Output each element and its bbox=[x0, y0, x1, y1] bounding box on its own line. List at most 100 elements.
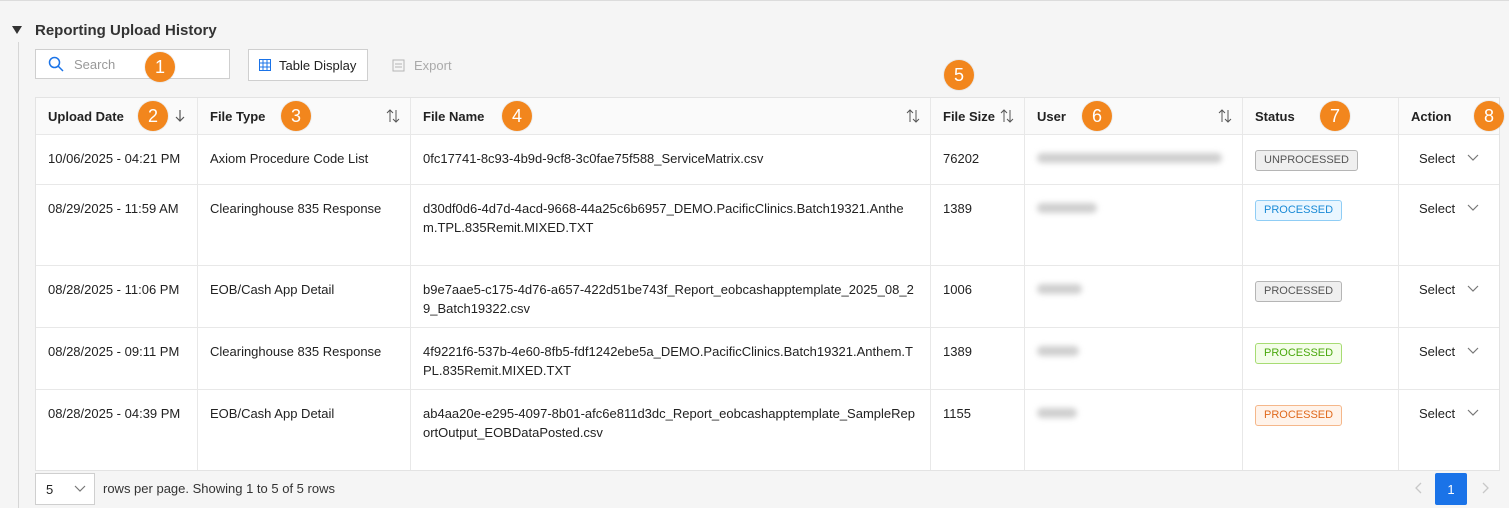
user-cell bbox=[1025, 328, 1243, 389]
upload-history-table: Upload Date File Type File Name File Siz… bbox=[35, 97, 1500, 471]
sort-down-icon[interactable] bbox=[173, 108, 187, 124]
user-cell bbox=[1025, 185, 1243, 265]
status-cell: PROCESSED bbox=[1243, 266, 1399, 327]
user-cell bbox=[1025, 266, 1243, 327]
section-header[interactable]: Reporting Upload History bbox=[12, 20, 217, 40]
status-badge: PROCESSED bbox=[1255, 405, 1343, 426]
action-select-label: Select bbox=[1419, 201, 1456, 216]
redacted-user bbox=[1037, 408, 1077, 418]
file-size-cell: 1006 bbox=[931, 266, 1025, 327]
collapse-triangle-icon[interactable] bbox=[12, 26, 22, 34]
file-size-cell: 1389 bbox=[931, 185, 1025, 265]
chevron-down-icon bbox=[1467, 204, 1479, 211]
export-button[interactable]: Export bbox=[392, 49, 452, 81]
chevron-down-icon bbox=[1467, 285, 1479, 292]
file-name-cell: 0fc17741-8c93-4b9d-9cf8-3c0fae75f588_Ser… bbox=[411, 135, 931, 184]
callout-badge: 5 bbox=[944, 60, 974, 90]
file-name-cell: d30df0d6-4d7d-4acd-9668-44a25c6b6957_DEM… bbox=[411, 185, 931, 265]
table-grid-icon bbox=[259, 59, 271, 71]
redacted-user bbox=[1037, 153, 1222, 163]
col-header-label: File Type bbox=[210, 108, 266, 124]
search-input[interactable] bbox=[72, 55, 206, 73]
col-header-label: Upload Date bbox=[48, 108, 124, 124]
status-cell: UNPROCESSED bbox=[1243, 135, 1399, 184]
search-box[interactable] bbox=[35, 49, 230, 79]
action-select[interactable]: Select bbox=[1399, 185, 1499, 265]
col-header-label: File Name bbox=[423, 108, 485, 124]
status-badge: PROCESSED bbox=[1255, 281, 1343, 302]
callout-badge: 6 bbox=[1082, 101, 1112, 131]
col-header-label: Status bbox=[1255, 108, 1295, 124]
file-type-cell: Clearinghouse 835 Response bbox=[198, 328, 411, 389]
redacted-user bbox=[1037, 346, 1079, 356]
chevron-down-icon bbox=[1467, 154, 1479, 161]
action-select[interactable]: Select bbox=[1399, 135, 1499, 184]
col-header-file-size[interactable]: File Size bbox=[931, 98, 1025, 134]
status-cell: PROCESSED bbox=[1243, 390, 1399, 470]
redacted-user bbox=[1037, 284, 1082, 294]
user-cell bbox=[1025, 135, 1243, 184]
page-1-button[interactable]: 1 bbox=[1435, 473, 1467, 505]
section-rail bbox=[18, 42, 19, 508]
callout-badge: 2 bbox=[138, 101, 168, 131]
col-header-user[interactable]: User bbox=[1025, 98, 1243, 134]
status-cell: PROCESSED bbox=[1243, 328, 1399, 389]
action-select-label: Select bbox=[1419, 282, 1456, 297]
callout-badge: 1 bbox=[145, 52, 175, 82]
action-select[interactable]: Select bbox=[1399, 266, 1499, 327]
status-cell: PROCESSED bbox=[1243, 185, 1399, 265]
file-size-cell: 76202 bbox=[931, 135, 1025, 184]
user-cell bbox=[1025, 390, 1243, 470]
action-select-label: Select bbox=[1419, 406, 1456, 421]
upload-date-cell: 08/28/2025 - 11:06 PM bbox=[36, 266, 198, 327]
previous-page-icon[interactable] bbox=[1413, 479, 1425, 497]
file-type-cell: Clearinghouse 835 Response bbox=[198, 185, 411, 265]
table-row: 08/28/2025 - 11:06 PM EOB/Cash App Detai… bbox=[36, 266, 1499, 328]
export-label: Export bbox=[414, 57, 452, 73]
file-size-cell: 1389 bbox=[931, 328, 1025, 389]
next-page-icon[interactable] bbox=[1479, 479, 1491, 497]
table-row: 08/28/2025 - 04:39 PM EOB/Cash App Detai… bbox=[36, 390, 1499, 470]
file-name-cell: ab4aa20e-e295-4097-8b01-afc6e811d3dc_Rep… bbox=[411, 390, 931, 470]
action-select[interactable]: Select bbox=[1399, 328, 1499, 389]
table-header-row: Upload Date File Type File Name File Siz… bbox=[36, 98, 1499, 135]
file-name-cell: b9e7aae5-c175-4d76-a657-422d51be743f_Rep… bbox=[411, 266, 931, 327]
export-file-icon bbox=[392, 59, 405, 71]
sort-both-icon[interactable] bbox=[1000, 108, 1014, 124]
sort-both-icon[interactable] bbox=[906, 108, 920, 124]
top-divider bbox=[0, 0, 1509, 1]
sort-both-icon[interactable] bbox=[386, 108, 400, 124]
file-type-cell: EOB/Cash App Detail bbox=[198, 390, 411, 470]
upload-date-cell: 08/28/2025 - 09:11 PM bbox=[36, 328, 198, 389]
col-header-label: Action bbox=[1411, 108, 1452, 124]
callout-badge: 3 bbox=[281, 101, 311, 131]
table-row: 10/06/2025 - 04:21 PM Axiom Procedure Co… bbox=[36, 135, 1499, 185]
sort-both-icon[interactable] bbox=[1218, 108, 1232, 124]
redacted-user bbox=[1037, 203, 1097, 213]
status-badge: UNPROCESSED bbox=[1255, 150, 1358, 171]
col-header-file-name[interactable]: File Name bbox=[411, 98, 931, 134]
file-name-cell: 4f9221f6-537b-4e60-8fb5-fdf1242ebe5a_DEM… bbox=[411, 328, 931, 389]
search-icon bbox=[48, 56, 64, 72]
chevron-down-icon bbox=[74, 485, 86, 492]
col-header-upload-date[interactable]: Upload Date bbox=[36, 98, 198, 134]
status-badge: PROCESSED bbox=[1255, 200, 1343, 221]
action-select-label: Select bbox=[1419, 344, 1456, 359]
pagination-summary: rows per page. Showing 1 to 5 of 5 rows bbox=[103, 481, 335, 496]
chevron-down-icon bbox=[1467, 347, 1479, 354]
action-select-label: Select bbox=[1419, 151, 1456, 166]
col-header-label: User bbox=[1037, 108, 1066, 124]
page-size-value: 5 bbox=[46, 481, 54, 497]
table-footer: 5 rows per page. Showing 1 to 5 of 5 row… bbox=[35, 473, 1500, 505]
action-select[interactable]: Select bbox=[1399, 390, 1499, 470]
page-size-select[interactable]: 5 bbox=[35, 473, 95, 505]
status-badge: PROCESSED bbox=[1255, 343, 1343, 364]
callout-badge: 4 bbox=[502, 101, 532, 131]
table-row: 08/28/2025 - 09:11 PM Clearinghouse 835 … bbox=[36, 328, 1499, 390]
table-display-button[interactable]: Table Display bbox=[248, 49, 368, 81]
file-size-cell: 1155 bbox=[931, 390, 1025, 470]
col-header-label: File Size bbox=[943, 108, 996, 124]
callout-badge: 8 bbox=[1474, 101, 1504, 131]
upload-date-cell: 10/06/2025 - 04:21 PM bbox=[36, 135, 198, 184]
table-display-label: Table Display bbox=[279, 57, 357, 73]
